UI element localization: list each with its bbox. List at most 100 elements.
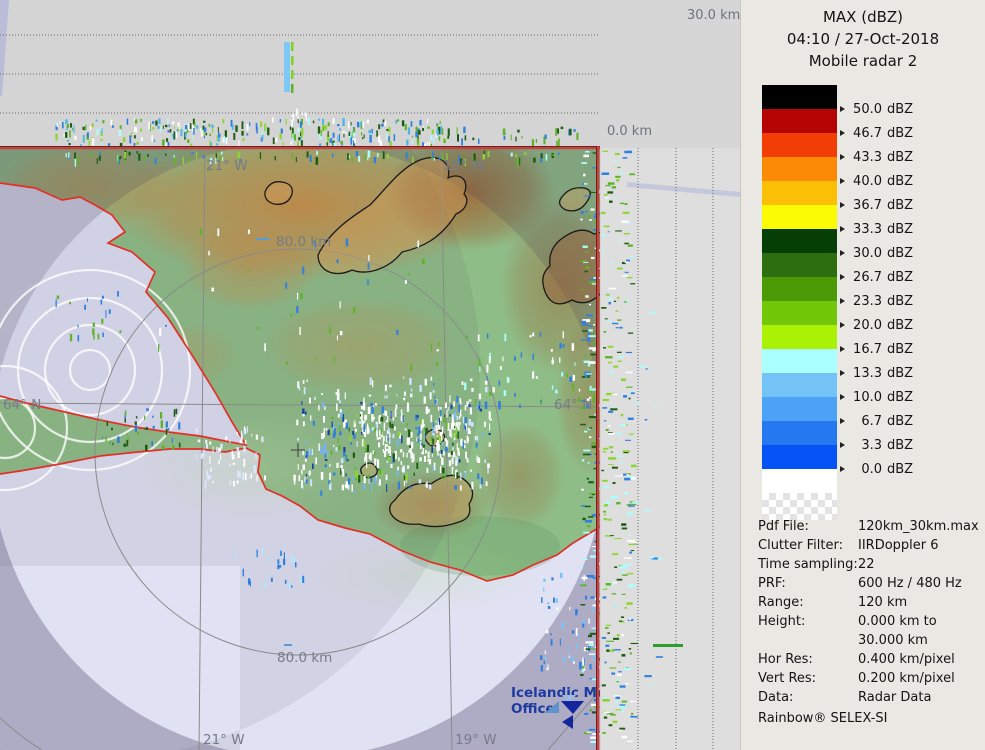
below-zero-band bbox=[762, 469, 837, 493]
tick-arrow-icon bbox=[840, 418, 845, 424]
tick-arrow-icon bbox=[840, 250, 845, 256]
legend-color-band bbox=[762, 325, 837, 349]
tick-arrow-icon bbox=[840, 106, 845, 112]
metadata-row: 30.000 km bbox=[758, 631, 980, 650]
legend-band-label: 26.7dBZ bbox=[840, 268, 913, 286]
metadata-label: Vert Res: bbox=[758, 669, 858, 688]
metadata-label: Pdf File: bbox=[758, 517, 858, 536]
legend-color-band bbox=[762, 181, 837, 205]
tick-arrow-icon bbox=[840, 274, 845, 280]
metadata-value: 30.000 km bbox=[858, 631, 928, 650]
legend-band-label: 36.7dBZ bbox=[840, 196, 913, 214]
legend-color-band bbox=[762, 109, 837, 133]
metadata-label: Height: bbox=[758, 612, 858, 631]
legend-band-label: 50.0dBZ bbox=[840, 100, 913, 118]
parallel-label-right: 64° N bbox=[554, 397, 592, 413]
profile-echo-dash bbox=[291, 56, 294, 65]
tick-arrow-icon bbox=[840, 226, 845, 232]
metadata-value: 0.400 km/pixel bbox=[858, 650, 955, 669]
legend-color-band bbox=[762, 421, 837, 445]
metadata-value: 600 Hz / 480 Hz bbox=[858, 574, 962, 593]
legend-color-band bbox=[762, 157, 837, 181]
legend-color-band bbox=[762, 445, 837, 469]
side-height-profile-panel[interactable] bbox=[601, 148, 740, 750]
tick-arrow-icon bbox=[840, 394, 845, 400]
top-height-profile-panel[interactable] bbox=[0, 0, 600, 146]
metadata-label: PRF: bbox=[758, 574, 858, 593]
legend-band-label: 10.0dBZ bbox=[840, 388, 913, 406]
parallel-label-left: 64° N bbox=[3, 397, 41, 413]
metadata-label: Time sampling: bbox=[758, 555, 858, 574]
legend-band-label: 33.3dBZ bbox=[840, 220, 913, 238]
legend-band-label: 30.0dBZ bbox=[840, 244, 913, 262]
height-axis-max-label: 30.0 km bbox=[687, 8, 740, 23]
legend-color-band bbox=[762, 277, 837, 301]
metadata-value: IIRDoppler 6 bbox=[858, 536, 939, 555]
tick-arrow-icon bbox=[840, 130, 845, 136]
profile-echo-dash bbox=[291, 42, 294, 51]
metadata-row: Height:0.000 km to bbox=[758, 612, 980, 631]
profile-echo-dash bbox=[653, 644, 683, 647]
software-brand: Rainbow® SELEX-SI bbox=[758, 711, 888, 726]
legend-band-label: 0.0dBZ bbox=[840, 460, 913, 478]
legend-color-band bbox=[762, 373, 837, 397]
radar-source: Mobile radar 2 bbox=[741, 50, 985, 72]
meridian-label-top-left: 21° W bbox=[206, 158, 248, 174]
legend-color-band bbox=[762, 397, 837, 421]
range-ring-label-bottom: 80.0 km bbox=[277, 650, 332, 666]
legend-panel: MAX (dBZ) 04:10 / 27-Oct-2018 Mobile rad… bbox=[740, 0, 985, 750]
metadata-label: Clutter Filter: bbox=[758, 536, 858, 555]
tick-arrow-icon bbox=[840, 370, 845, 376]
tick-arrow-icon bbox=[840, 298, 845, 304]
radar-app-window: 21° W 19° W 80.0 km 64° N 64° N 80.0 km … bbox=[0, 0, 985, 750]
legend-header: MAX (dBZ) 04:10 / 27-Oct-2018 Mobile rad… bbox=[741, 0, 985, 72]
meridian-label-bottom-left: 21° W bbox=[203, 732, 245, 748]
profile-echo-column bbox=[284, 42, 290, 92]
metadata-value: 22 bbox=[858, 555, 875, 574]
metadata-label: Hor Res: bbox=[758, 650, 858, 669]
meridian-label-top-right: 19° W bbox=[443, 158, 485, 174]
metadata-value: 120km_30km.max bbox=[858, 517, 979, 536]
logo-text-line2: Office bbox=[511, 701, 555, 717]
metadata-label: Range: bbox=[758, 593, 858, 612]
legend-color-band bbox=[762, 85, 837, 109]
legend-band-label: 43.3dBZ bbox=[840, 148, 913, 166]
legend-band-label: 46.7dBZ bbox=[840, 124, 913, 142]
tick-arrow-icon bbox=[840, 178, 845, 184]
meridian-label-bottom-right: 19° W bbox=[455, 732, 497, 748]
metadata-value: 0.200 km/pixel bbox=[858, 669, 955, 688]
tick-arrow-icon bbox=[840, 346, 845, 352]
legend-color-band bbox=[762, 253, 837, 277]
tick-arrow-icon bbox=[840, 202, 845, 208]
legend-band-label: 16.7dBZ bbox=[840, 340, 913, 358]
legend-color-band bbox=[762, 205, 837, 229]
metadata-row: Time sampling:22 bbox=[758, 555, 980, 574]
metadata-value: 0.000 km to bbox=[858, 612, 937, 631]
legend-band-label: 6.7dBZ bbox=[840, 412, 913, 430]
tick-arrow-icon bbox=[840, 466, 845, 472]
metadata-row: PRF:600 Hz / 480 Hz bbox=[758, 574, 980, 593]
legend-color-band bbox=[762, 349, 837, 373]
radar-map[interactable]: 21° W 19° W 80.0 km 64° N 64° N 80.0 km … bbox=[0, 146, 600, 750]
metadata-row: Data:Radar Data bbox=[758, 688, 980, 707]
tick-arrow-icon bbox=[840, 442, 845, 448]
range-ring-label-top: 80.0 km bbox=[276, 234, 331, 250]
logo-text-line1: Icelandic Met bbox=[511, 685, 600, 701]
metadata-row: Vert Res:0.200 km/pixel bbox=[758, 669, 980, 688]
legend-band-label: 40.0dBZ bbox=[840, 172, 913, 190]
legend-band-label: 23.3dBZ bbox=[840, 292, 913, 310]
transparency-checker bbox=[762, 493, 837, 520]
tick-arrow-icon bbox=[840, 322, 845, 328]
metadata-row: Hor Res:0.400 km/pixel bbox=[758, 650, 980, 669]
tick-arrow-icon bbox=[840, 154, 845, 160]
legend-color-band bbox=[762, 301, 837, 325]
legend-band-label: 3.3dBZ bbox=[840, 436, 913, 454]
profile-echo-dash bbox=[291, 84, 294, 93]
product-title: MAX (dBZ) bbox=[741, 6, 985, 28]
side-profile-background bbox=[601, 148, 740, 750]
legend-band-label: 13.3dBZ bbox=[840, 364, 913, 382]
scan-datetime: 04:10 / 27-Oct-2018 bbox=[741, 28, 985, 50]
metadata-row: Clutter Filter:IIRDoppler 6 bbox=[758, 536, 980, 555]
product-metadata: Pdf File:120km_30km.maxClutter Filter:II… bbox=[758, 517, 980, 707]
height-axis-zero-label: 0.0 km bbox=[607, 124, 652, 139]
